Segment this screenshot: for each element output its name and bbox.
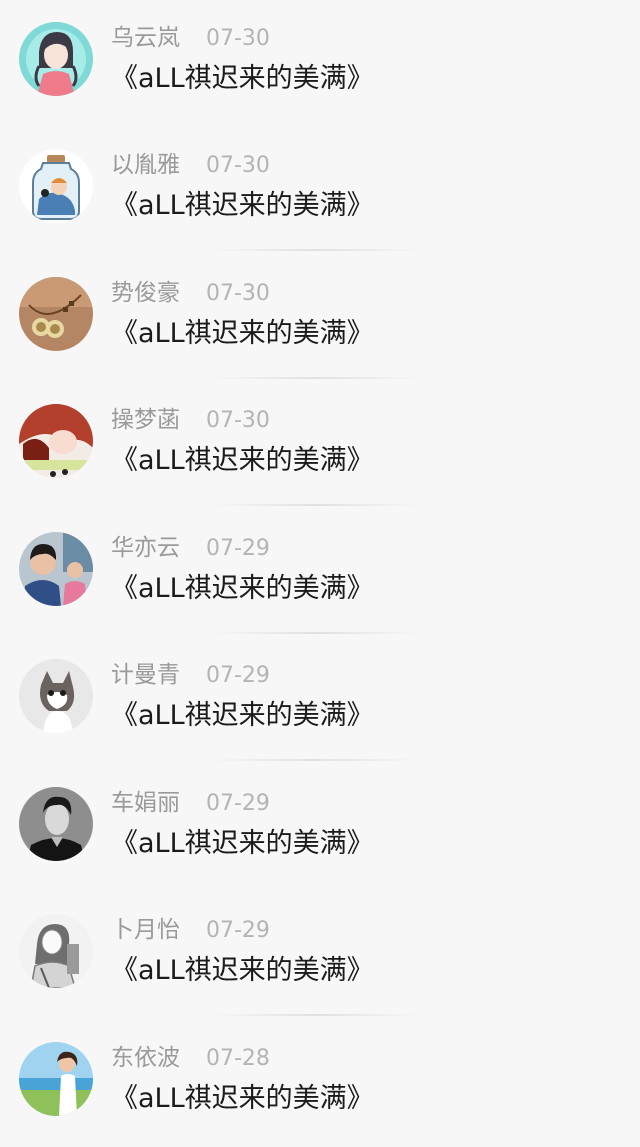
- post-date: 07-29: [206, 918, 270, 943]
- post-title[interactable]: 《aLL祺迟来的美满》: [111, 443, 374, 479]
- list-item[interactable]: 东依波 07-28 《aLL祺迟来的美满》: [0, 1020, 640, 1147]
- cat-avatar[interactable]: [19, 659, 93, 733]
- user-name[interactable]: 卜月怡: [111, 915, 180, 945]
- user-name[interactable]: 乌云岚: [111, 23, 180, 53]
- list-item[interactable]: 势俊豪 07-30 《aLL祺迟来的美满》: [0, 255, 640, 382]
- beach-girl-avatar[interactable]: [19, 1042, 93, 1116]
- post-title[interactable]: 《aLL祺迟来的美满》: [111, 953, 374, 989]
- post-date: 07-30: [206, 26, 270, 51]
- post-title[interactable]: 《aLL祺迟来的美满》: [111, 698, 374, 734]
- post-title[interactable]: 《aLL祺迟来的美满》: [111, 571, 374, 607]
- post-date: 07-30: [206, 281, 270, 306]
- post-date: 07-29: [206, 663, 270, 688]
- post-title[interactable]: 《aLL祺迟来的美满》: [111, 188, 374, 224]
- list-item[interactable]: 华亦云 07-29 《aLL祺迟来的美满》: [0, 510, 640, 637]
- divider: [210, 1014, 420, 1016]
- anime-girl-avatar[interactable]: [19, 22, 93, 96]
- list-item[interactable]: 乌云岚 07-30 《aLL祺迟来的美满》: [0, 0, 640, 127]
- list-item[interactable]: 车娟丽 07-29 《aLL祺迟来的美满》: [0, 765, 640, 892]
- divider: [210, 504, 420, 506]
- post-title[interactable]: 《aLL祺迟来的美满》: [111, 316, 374, 352]
- post-title[interactable]: 《aLL祺迟来的美满》: [111, 1081, 374, 1117]
- redhead-girl-avatar[interactable]: [19, 404, 93, 478]
- list-item[interactable]: 以胤雅 07-30 《aLL祺迟来的美满》: [0, 127, 640, 254]
- user-name[interactable]: 势俊豪: [111, 278, 180, 308]
- user-name[interactable]: 车娟丽: [111, 788, 180, 818]
- man-portrait-avatar[interactable]: [19, 787, 93, 861]
- user-name[interactable]: 操梦菡: [111, 405, 180, 435]
- user-name[interactable]: 华亦云: [111, 533, 180, 563]
- list-item[interactable]: 卜月怡 07-29 《aLL祺迟来的美满》: [0, 892, 640, 1019]
- kids-photo-avatar[interactable]: [19, 532, 93, 606]
- post-date: 07-30: [206, 153, 270, 178]
- list-item[interactable]: 操梦菡 07-30 《aLL祺迟来的美满》: [0, 382, 640, 509]
- jar-avatar[interactable]: [19, 149, 93, 223]
- post-title[interactable]: 《aLL祺迟来的美满》: [111, 61, 374, 97]
- sketch-girl-avatar[interactable]: [19, 914, 93, 988]
- post-date: 07-28: [206, 1046, 270, 1071]
- user-name[interactable]: 计曼青: [111, 660, 180, 690]
- list-item[interactable]: 计曼青 07-29 《aLL祺迟来的美满》: [0, 637, 640, 764]
- post-date: 07-29: [206, 536, 270, 561]
- post-date: 07-29: [206, 791, 270, 816]
- post-title[interactable]: 《aLL祺迟来的美满》: [111, 826, 374, 862]
- divider: [210, 377, 420, 379]
- post-date: 07-30: [206, 408, 270, 433]
- user-name[interactable]: 东依波: [111, 1043, 180, 1073]
- feed-list: 乌云岚 07-30 《aLL祺迟来的美满》 以胤雅 07-30 《aLL祺迟来的…: [0, 0, 640, 1137]
- divider: [210, 632, 420, 634]
- divider: [210, 759, 420, 761]
- divider: [210, 249, 420, 251]
- user-name[interactable]: 以胤雅: [111, 150, 180, 180]
- bells-avatar[interactable]: [19, 277, 93, 351]
